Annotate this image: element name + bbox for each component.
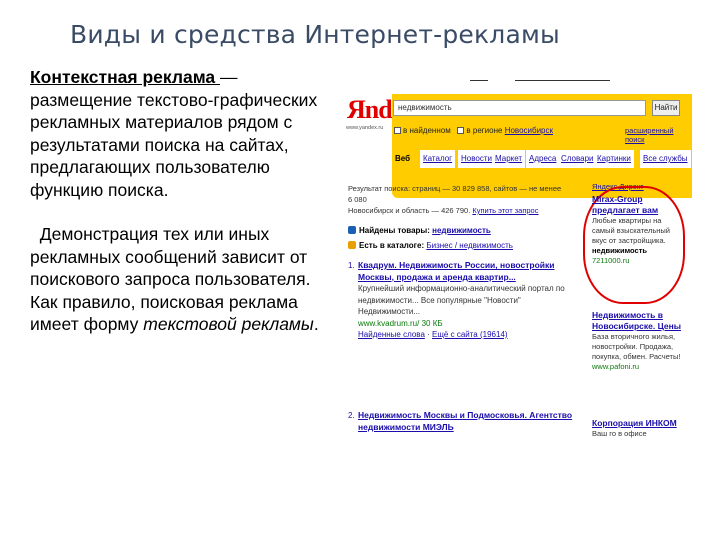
paragraph-3-italic: текстовой рекламы	[143, 314, 314, 334]
result-1-title-link[interactable]: Квадрум. Недвижимость России, новостройк…	[358, 260, 573, 283]
ad-3: Корпорация ИНКОМ Ваш го в офисе	[592, 418, 684, 439]
ad-2: Недвижимость в Новосибирске. Цены База в…	[592, 310, 684, 372]
ad-1: Mirax-Group предлагает вам Любые квартир…	[592, 194, 684, 266]
result-1-number: 1.	[348, 261, 355, 270]
results-region-count: Новосибирск и область — 426 790.	[348, 206, 471, 215]
paragraph-2: Демонстрация тех или иных рекламных сооб…	[30, 223, 330, 291]
goods-icon	[348, 226, 356, 234]
yandex-logo-sub: www.yandex.ru	[346, 125, 384, 131]
in-region-checkbox[interactable]	[457, 127, 465, 134]
search-options: в найденном в регионе Новосибирск	[394, 126, 553, 135]
result-2-title-link[interactable]: Недвижимость Москвы и Подмосковья. Агент…	[358, 410, 573, 433]
ad-3-text: Ваш го в офисе	[592, 429, 647, 438]
found-block: Найдены товары: недвижимость Есть в ката…	[348, 223, 563, 253]
ad-1-text: Любые квартиры на самый взыскательный вк…	[592, 216, 670, 245]
catalog-link[interactable]: Бизнес / недвижимость	[426, 241, 513, 250]
paragraph-3-end: .	[313, 314, 319, 334]
region-link[interactable]: Новосибирск	[505, 126, 553, 135]
advanced-search-link[interactable]: расширенный поиск	[625, 126, 690, 144]
tab-all-services[interactable]: Все службы	[640, 150, 691, 168]
paragraph-3: Как правило, поисковая реклама имеет фор…	[30, 291, 330, 336]
ad-3-title[interactable]: Корпорация ИНКОМ	[592, 418, 684, 429]
paragraph-2-text: Демонстрация тех или иных рекламных сооб…	[30, 224, 311, 289]
top-rule-2	[515, 80, 610, 82]
term-contextual-ad: Контекстная реклама	[30, 67, 221, 87]
result-1-url[interactable]: www.kvadrum.ru/ 30 КБ	[358, 318, 573, 330]
ad-2-text: База вторичного жилья, новостройки. Прод…	[592, 332, 681, 361]
found-goods-label: Найдены товары:	[359, 226, 430, 235]
tab-dictionaries[interactable]: Словари	[558, 150, 597, 168]
search-input[interactable]: недвижимость	[393, 100, 646, 116]
find-button[interactable]: Найти	[652, 100, 680, 116]
ad-1-bold: недвижимость	[592, 246, 647, 255]
results-summary: Результат поиска: страниц — 30 829 858, …	[348, 183, 563, 216]
in-region-label: в регионе	[466, 126, 503, 135]
slide-body: Контекстная реклама — размещение текстов…	[30, 66, 330, 336]
result-2-number: 2.	[348, 411, 355, 420]
buy-query-link[interactable]: Купить этот запрос	[472, 206, 538, 215]
yandex-screenshot: Яndex www.yandex.ru недвижимость Найти в…	[340, 70, 692, 455]
search-result-2: 2. Недвижимость Москвы и Подмосковья. Аг…	[348, 410, 573, 433]
catalog-label: Есть в каталоге:	[359, 241, 425, 250]
ad-1-url[interactable]: 7211000.ru	[592, 256, 684, 266]
ad-1-title[interactable]: Mirax-Group предлагает вам	[592, 194, 684, 216]
found-words-link[interactable]: Найденные слова	[358, 330, 425, 339]
ad-2-title[interactable]: Недвижимость в Новосибирске. Цены	[592, 310, 684, 332]
in-found-checkbox[interactable]	[394, 127, 401, 134]
top-rule	[470, 80, 488, 82]
search-result-1: 1. Квадрум. Недвижимость России, новостр…	[348, 260, 573, 341]
tab-catalog[interactable]: Каталог	[420, 150, 456, 168]
in-found-label: в найденном	[403, 126, 451, 135]
more-from-site-link[interactable]: Ещё с сайта (19614)	[432, 330, 508, 339]
service-tabs: Веб Каталог Новости Маркет Адреса Словар…	[392, 150, 692, 168]
ad-2-url[interactable]: www.pafoni.ru	[592, 362, 684, 372]
result-1-snippet: Крупнейший информационно-аналитический п…	[358, 284, 565, 316]
results-count: Результат поиска: страниц — 30 829 858, …	[348, 184, 562, 204]
tab-web[interactable]: Веб	[392, 150, 413, 168]
slide-title: Виды и средства Интернет-рекламы	[70, 20, 560, 49]
definition-paragraph: Контекстная реклама — размещение текстов…	[30, 66, 330, 201]
catalog-icon	[348, 241, 356, 249]
tab-images[interactable]: Картинки	[594, 150, 634, 168]
tab-addresses[interactable]: Адреса	[526, 150, 560, 168]
tab-market[interactable]: Маркет	[492, 150, 526, 168]
found-goods-link[interactable]: недвижимость	[432, 226, 491, 235]
tab-news[interactable]: Новости	[458, 150, 495, 168]
